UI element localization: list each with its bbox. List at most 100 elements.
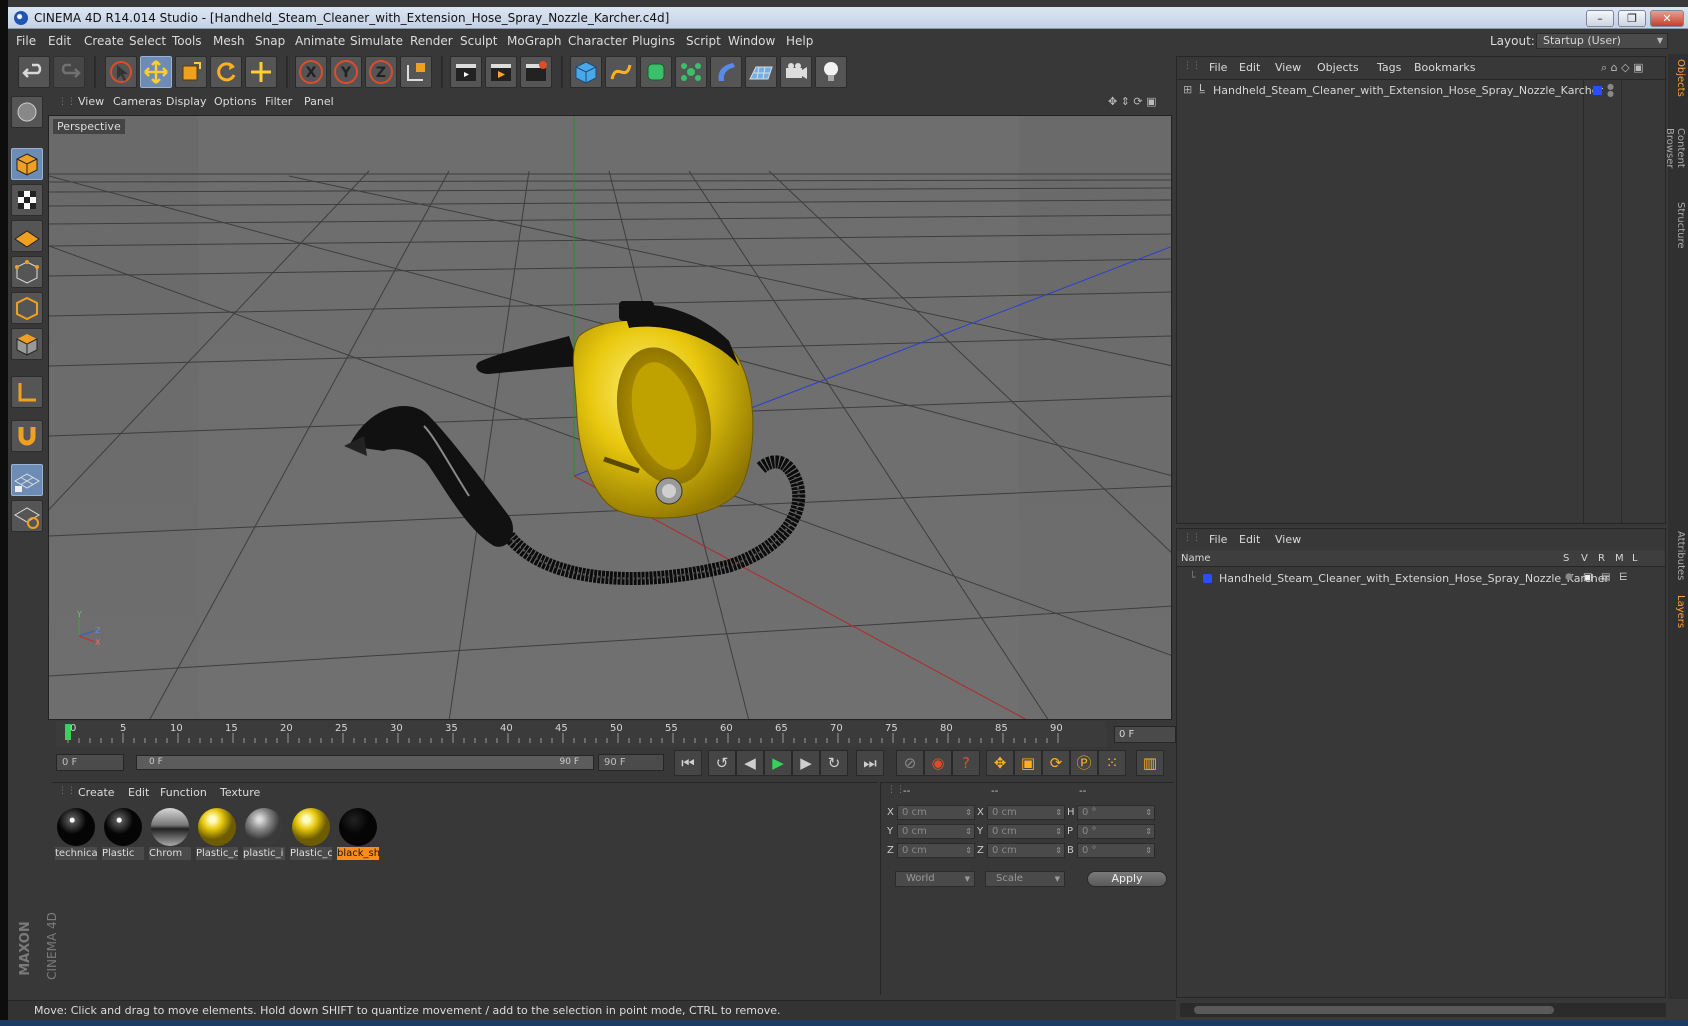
next-key-button[interactable]: ↻ [820, 750, 848, 776]
model-mode-button[interactable] [11, 148, 43, 180]
vp-menu-display[interactable]: Display [166, 93, 207, 111]
points-mode-button[interactable] [11, 256, 43, 288]
mat-menu-create[interactable]: Create [78, 786, 115, 799]
layer-color-swatch[interactable] [1593, 86, 1602, 95]
render-settings-button[interactable] [520, 56, 552, 88]
key-rotation-button[interactable]: ⟳ [1042, 750, 1070, 776]
obj-menu-tags[interactable]: Tags [1377, 61, 1401, 74]
vp-menu-panel[interactable]: Panel [304, 93, 334, 111]
menu-tools[interactable]: Tools [172, 30, 202, 52]
col-solo[interactable]: S [1563, 553, 1569, 564]
layer-menu-edit[interactable]: Edit [1239, 533, 1260, 546]
position-z-field[interactable]: 0 cm [897, 843, 975, 858]
render-view-button[interactable] [450, 56, 482, 88]
locked-workplane-button[interactable] [11, 464, 43, 496]
visibility-dots-icon[interactable]: ● ● [1607, 83, 1614, 98]
col-locked[interactable]: L [1632, 553, 1638, 564]
vp-menu-filter[interactable]: Filter [265, 93, 292, 111]
mat-menu-function[interactable]: Function [160, 786, 207, 799]
subdivision-surface-button[interactable] [640, 56, 672, 88]
edges-mode-button[interactable] [11, 292, 43, 324]
rotation-p-field[interactable]: 0 ° [1077, 824, 1155, 839]
tab-content-browser[interactable]: Content Browser [1664, 108, 1686, 188]
viewport-nav-icons[interactable]: ✥ ⇕ ⟳ ▣ [1108, 93, 1157, 111]
menu-render[interactable]: Render [410, 30, 453, 52]
object-manager-nav-icons[interactable]: ⌕ ⌂ ◇ ▣ [1601, 61, 1644, 75]
hierarchy-icon[interactable]: ⋿ [1619, 572, 1628, 583]
layer-color-swatch[interactable] [1203, 574, 1212, 583]
layer-menu-file[interactable]: File [1209, 533, 1227, 546]
menu-animate[interactable]: Animate [295, 30, 345, 52]
menu-select[interactable]: Select [129, 30, 166, 52]
size-y-field[interactable]: 0 cm [987, 824, 1065, 839]
make-editable-button[interactable] [11, 96, 43, 128]
menu-snap[interactable]: Snap [255, 30, 285, 52]
obj-menu-bookmarks[interactable]: Bookmarks [1414, 61, 1475, 74]
tab-objects[interactable]: Objects [1670, 58, 1686, 98]
close-button[interactable]: ✕ [1650, 10, 1684, 27]
menu-plugins[interactable]: Plugins [632, 30, 675, 52]
axis-mode-button[interactable] [11, 376, 43, 408]
size-x-field[interactable]: 0 cm [987, 805, 1065, 820]
timeline-current-frame[interactable]: 0 F [1114, 726, 1176, 743]
position-y-field[interactable]: 0 cm [897, 824, 975, 839]
layout-dropdown[interactable]: Startup (User) [1536, 33, 1668, 49]
camera-button[interactable] [780, 56, 812, 88]
obj-menu-view[interactable]: View [1275, 61, 1301, 74]
material-swatch[interactable]: Plastic_c [196, 806, 238, 860]
size-z-field[interactable]: 0 cm [987, 843, 1065, 858]
key-scale-button[interactable]: ▣ [1014, 750, 1042, 776]
coordinate-system-button[interactable] [400, 56, 432, 88]
material-swatch-selected[interactable]: black_sh [337, 806, 379, 860]
col-manager[interactable]: M [1615, 553, 1624, 564]
floor-button[interactable] [745, 56, 777, 88]
record-keys-button[interactable]: ⊘ [896, 750, 924, 776]
redo-button[interactable] [53, 56, 85, 88]
planar-workplane-button[interactable] [11, 500, 43, 532]
menu-create[interactable]: Create [84, 30, 124, 52]
vp-menu-options[interactable]: Options [214, 93, 256, 111]
next-frame-button[interactable]: ▶ [792, 750, 820, 776]
x-axis-lock-button[interactable]: X [295, 56, 327, 88]
tab-layers[interactable]: Layers [1670, 592, 1686, 632]
preview-range-slider[interactable]: 0 F 90 F [136, 755, 594, 770]
material-swatch[interactable]: Plastic_c [290, 806, 332, 860]
material-swatch[interactable]: plastic_i [243, 806, 285, 860]
autokey-button[interactable]: ◉ [924, 750, 952, 776]
array-mograph-button[interactable] [675, 56, 707, 88]
keyframe-selection-button[interactable]: ? [952, 750, 980, 776]
timeline-ruler[interactable]: 0 5 10 15 20 25 30 35 40 45 50 55 60 65 … [56, 721, 1106, 747]
minimize-button[interactable]: – [1586, 10, 1614, 27]
workplane-mode-button[interactable] [11, 220, 43, 252]
play-button[interactable]: ▶ [764, 750, 792, 776]
start-frame-field[interactable]: 0 F [56, 754, 124, 771]
scale-tool[interactable] [175, 56, 207, 88]
go-to-end-button[interactable]: ⏭ [856, 750, 884, 776]
recent-tool[interactable] [245, 56, 277, 88]
material-swatch[interactable]: technica [55, 806, 97, 860]
y-axis-lock-button[interactable]: Y [330, 56, 362, 88]
live-selection-tool[interactable] [105, 56, 137, 88]
col-visible[interactable]: V [1581, 553, 1588, 564]
apply-button[interactable]: Apply [1087, 871, 1167, 887]
position-x-field[interactable]: 0 cm [897, 805, 975, 820]
mat-menu-edit[interactable]: Edit [128, 786, 149, 799]
texture-mode-button[interactable] [11, 184, 43, 216]
menu-edit[interactable]: Edit [48, 30, 71, 52]
end-frame-field[interactable]: 90 F [598, 754, 664, 771]
perspective-viewport[interactable]: Perspective Y Z X [48, 115, 1172, 720]
vp-menu-view[interactable]: View [78, 93, 104, 111]
coordinate-space-dropdown[interactable]: World [895, 871, 975, 887]
menu-help[interactable]: Help [786, 30, 813, 52]
undo-button[interactable] [18, 56, 50, 88]
mat-menu-texture[interactable]: Texture [220, 786, 260, 799]
light-button[interactable] [815, 56, 847, 88]
spline-pen-button[interactable] [605, 56, 637, 88]
go-to-start-button[interactable]: ⏮ [674, 750, 702, 776]
solo-toggle-icon[interactable]: ● [1565, 572, 1573, 582]
cube-primitive-button[interactable] [570, 56, 602, 88]
layer-horizontal-scrollbar[interactable] [1180, 1003, 1666, 1017]
key-parameter-button[interactable]: Ⓟ [1070, 750, 1098, 776]
menu-mograph[interactable]: MoGraph [507, 30, 562, 52]
menu-file[interactable]: File [16, 30, 36, 52]
